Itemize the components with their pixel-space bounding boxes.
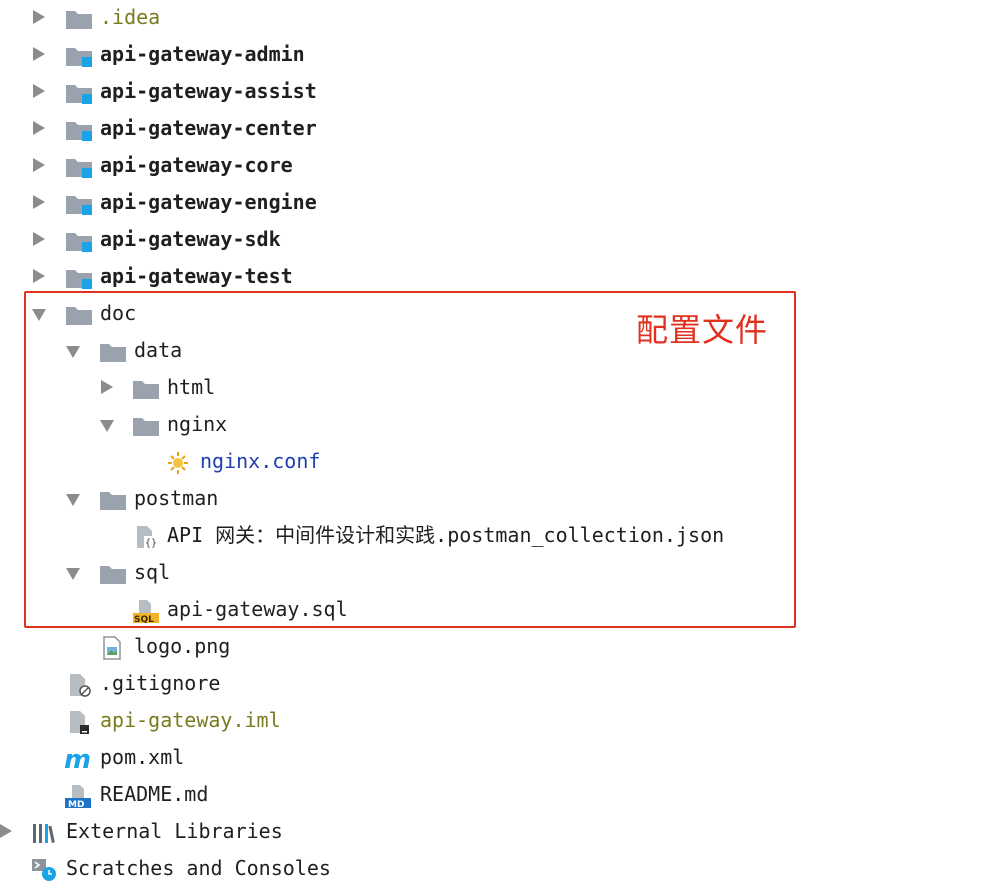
tree-item-label: api-gateway-center bbox=[100, 116, 317, 140]
module-folder-icon bbox=[65, 192, 93, 216]
libraries-icon bbox=[32, 821, 60, 845]
module-folder-icon bbox=[65, 229, 93, 253]
folder-icon bbox=[65, 7, 93, 31]
expand-arrow-icon[interactable] bbox=[0, 824, 12, 838]
tree-item-label: api-gateway-engine bbox=[100, 190, 317, 214]
module-folder-icon bbox=[65, 81, 93, 105]
expand-arrow-icon[interactable] bbox=[33, 269, 45, 283]
module-folder-icon bbox=[65, 266, 93, 290]
tree-item-label: api-gateway-assist bbox=[100, 79, 317, 103]
tree-item-label: api-gateway-core bbox=[100, 153, 293, 177]
tree-item-iml[interactable]: api-gateway.iml bbox=[0, 703, 987, 740]
tree-item-label: .idea bbox=[100, 5, 161, 29]
tree-item-label: api-gateway-sdk bbox=[100, 227, 281, 251]
tree-item-scratches[interactable]: Scratches and Consoles bbox=[0, 851, 987, 888]
tree-item-readme[interactable]: MD README.md bbox=[0, 777, 987, 814]
tree-item-module[interactable]: api-gateway-engine bbox=[0, 185, 987, 222]
annotation-label: 配置文件 bbox=[636, 311, 769, 349]
expand-arrow-icon[interactable] bbox=[33, 232, 45, 246]
tree-item-label: External Libraries bbox=[66, 819, 283, 843]
ignore-file-icon bbox=[66, 673, 94, 697]
module-folder-icon bbox=[65, 44, 93, 68]
tree-item-label: api-gateway-test bbox=[100, 264, 293, 288]
tree-item-module[interactable]: api-gateway-sdk bbox=[0, 222, 987, 259]
tree-item-label: pom.xml bbox=[100, 745, 185, 769]
iml-file-icon bbox=[66, 710, 94, 734]
tree-item-label: api-gateway.iml bbox=[100, 708, 281, 732]
svg-text:m: m bbox=[64, 747, 91, 771]
tree-item-label: .gitignore bbox=[100, 671, 221, 695]
tree-item-module[interactable]: api-gateway-center bbox=[0, 111, 987, 148]
tree-item-gitignore[interactable]: .gitignore bbox=[0, 666, 987, 703]
tree-item-logo[interactable]: logo.png bbox=[0, 629, 987, 666]
expand-arrow-icon[interactable] bbox=[33, 10, 45, 24]
tree-item-external-libraries[interactable]: External Libraries bbox=[0, 814, 987, 851]
tree-item-module[interactable]: api-gateway-assist bbox=[0, 74, 987, 111]
tree-item-label: api-gateway-admin bbox=[100, 42, 305, 66]
expand-arrow-icon[interactable] bbox=[33, 158, 45, 172]
expand-arrow-icon[interactable] bbox=[33, 47, 45, 61]
module-folder-icon bbox=[65, 155, 93, 179]
expand-arrow-icon[interactable] bbox=[33, 84, 45, 98]
tree-item-module[interactable]: api-gateway-core bbox=[0, 148, 987, 185]
tree-item-label: logo.png bbox=[134, 634, 231, 658]
maven-icon: m bbox=[64, 747, 92, 771]
tree-item-module[interactable]: api-gateway-admin bbox=[0, 37, 987, 74]
tree-item-label: README.md bbox=[100, 782, 209, 806]
tree-item-pom[interactable]: m pom.xml bbox=[0, 740, 987, 777]
image-file-icon bbox=[100, 636, 128, 660]
module-folder-icon bbox=[65, 118, 93, 142]
expand-arrow-icon[interactable] bbox=[33, 121, 45, 135]
tree-item-idea[interactable]: .idea bbox=[0, 0, 987, 37]
expand-arrow-icon[interactable] bbox=[33, 195, 45, 209]
tree-item-label: Scratches and Consoles bbox=[66, 856, 331, 880]
svg-text:MD: MD bbox=[68, 800, 84, 808]
scratches-icon bbox=[32, 858, 60, 882]
markdown-file-icon: MD bbox=[64, 784, 92, 808]
